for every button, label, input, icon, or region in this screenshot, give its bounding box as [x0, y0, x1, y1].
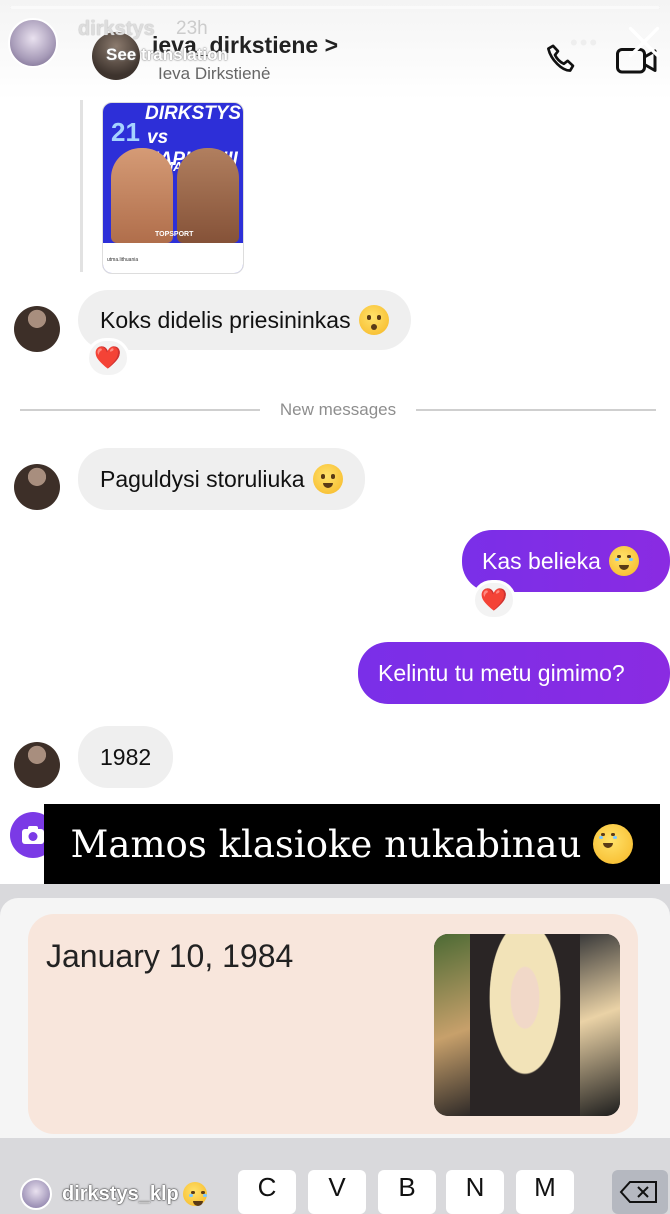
tears-of-joy-icon: [608, 546, 639, 576]
tears-of-joy-icon: [593, 824, 634, 864]
backspace-icon: [619, 1181, 657, 1203]
post-title: DIRKSTYS: [145, 103, 242, 124]
message-bubble-incoming[interactable]: Koks didelis priesininkas: [78, 290, 411, 350]
photo-thumbnail: [470, 934, 580, 1116]
tears-of-joy-icon: [182, 1182, 207, 1206]
memory-date: January 10, 1984: [46, 938, 294, 974]
message-bubble-incoming[interactable]: Paguldysi storuliuka: [78, 448, 365, 510]
see-translation-link[interactable]: See translation: [106, 45, 228, 65]
message-text: Kas belieka: [482, 547, 601, 574]
key-c[interactable]: C: [238, 1170, 296, 1214]
message-text: 1982: [100, 743, 152, 770]
key-b[interactable]: B: [378, 1170, 436, 1214]
new-messages-divider: New messages: [20, 400, 656, 420]
message-reaction[interactable]: ❤️: [472, 580, 516, 620]
key-v[interactable]: V: [308, 1170, 366, 1214]
post-number: 21: [111, 117, 140, 147]
chat-contact-fullname: Ieva Dirkstienė: [158, 64, 271, 83]
post-caption: utma.lithuania: [107, 257, 139, 263]
fighter-right-image: [177, 148, 239, 243]
photo-thumbnail: [434, 934, 470, 1116]
message-bubble-incoming[interactable]: 1982: [78, 726, 174, 788]
message-text: Paguldysi storuliuka: [100, 465, 305, 492]
photo-thumbnail: [580, 934, 620, 1116]
caption-text: Mamos klasioke nukabinau: [70, 822, 582, 866]
sender-avatar[interactable]: [14, 464, 60, 510]
close-icon[interactable]: [626, 24, 662, 60]
footer-avatar[interactable]: [20, 1178, 52, 1210]
sender-avatar[interactable]: [14, 306, 60, 352]
key-m[interactable]: M: [516, 1170, 574, 1214]
heart-icon: ❤️: [480, 587, 508, 612]
fighter-left-image: [111, 148, 173, 243]
message-bubble-outgoing[interactable]: Kelintu tu metu gimimo?: [358, 642, 670, 704]
story-progress-bar: [10, 6, 660, 9]
message-text: Kelintu tu metu gimimo?: [378, 659, 625, 686]
memory-photo-collage[interactable]: [434, 934, 620, 1116]
key-n[interactable]: N: [446, 1170, 504, 1214]
flushed-face-icon: [358, 305, 389, 335]
message-reaction[interactable]: ❤️: [86, 338, 130, 378]
backspace-key[interactable]: [612, 1170, 668, 1214]
post-sponsor: TOPSPORT: [155, 231, 194, 238]
sender-avatar[interactable]: [14, 742, 60, 788]
story-caption-overlay: Mamos klasioke nukabinau: [44, 804, 660, 884]
chevron-right-icon: >: [324, 32, 339, 58]
more-options-icon[interactable]: •••: [570, 30, 599, 56]
hugging-face-icon: [312, 464, 343, 494]
camera-icon: [22, 826, 44, 844]
footer-username[interactable]: dirkstys_klp: [62, 1182, 207, 1206]
story-username[interactable]: dirkstys: [78, 18, 155, 41]
thread-line: [80, 100, 83, 272]
shared-post-card[interactable]: DIRKSTYS 21 vs ZAPLITNII UTMA #17 TOPSPO…: [102, 102, 244, 274]
message-text: Koks didelis priesininkas: [100, 306, 351, 333]
story-author-avatar[interactable]: [8, 18, 58, 68]
heart-icon: ❤️: [94, 345, 122, 370]
